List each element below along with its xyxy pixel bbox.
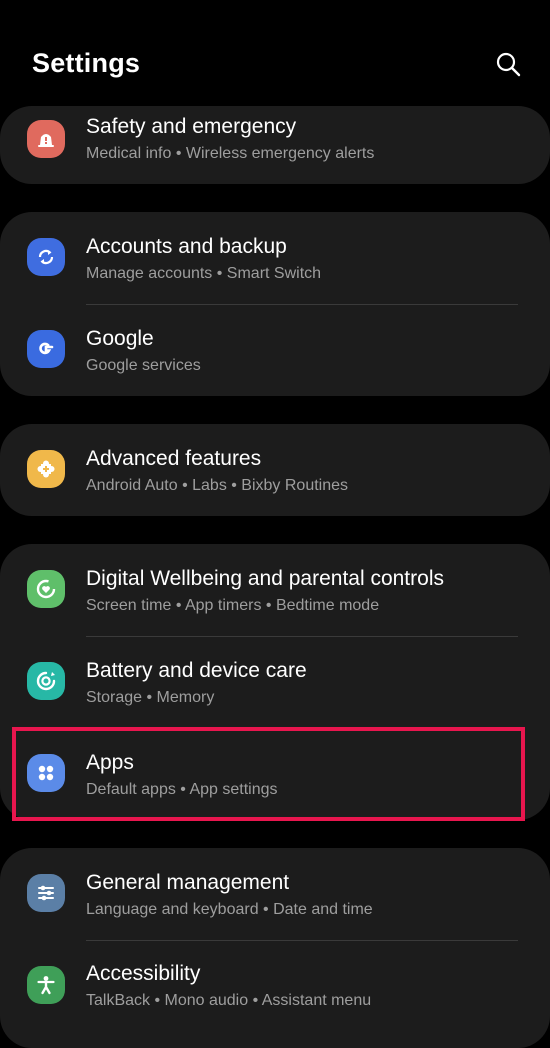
- puzzle-plus-icon: [27, 450, 65, 488]
- settings-item-subtitle: Android Auto • Labs • Bixby Routines: [86, 477, 349, 494]
- settings-item-accounts[interactable]: Accounts and backup Manage accounts • Sm…: [0, 212, 550, 304]
- settings-item-subtitle: TalkBack • Mono audio • Assistant menu: [86, 992, 372, 1009]
- app-bar: Settings: [0, 0, 550, 110]
- settings-item-label: Advanced features: [86, 447, 262, 470]
- settings-item-label: Accounts and backup: [86, 235, 287, 258]
- settings-item-accessibility[interactable]: Accessibility TalkBack • Mono audio • As…: [0, 940, 550, 1024]
- settings-item-wellbeing[interactable]: Digital Wellbeing and parental controls …: [0, 544, 550, 636]
- settings-item-safety[interactable]: Safety and emergency Medical info • Wire…: [0, 106, 550, 184]
- search-icon: [495, 51, 521, 82]
- settings-item-subtitle: Medical info • Wireless emergency alerts: [86, 145, 375, 162]
- settings-item-subtitle: Screen time • App timers • Bedtime mode: [86, 597, 380, 614]
- settings-item-battery[interactable]: Battery and device care Storage • Memory: [0, 636, 550, 728]
- settings-item-label: Battery and device care: [86, 659, 307, 682]
- sliders-icon: [27, 874, 65, 912]
- device-care-icon: [27, 662, 65, 700]
- siren-icon: [27, 120, 65, 158]
- settings-item-subtitle: Manage accounts • Smart Switch: [86, 265, 322, 282]
- highlight-box: [12, 727, 525, 821]
- settings-item-label: Accessibility: [86, 962, 201, 985]
- settings-item-general[interactable]: General management Language and keyboard…: [0, 848, 550, 940]
- page-title: Settings: [32, 48, 141, 78]
- settings-item-subtitle: Storage • Memory: [86, 689, 215, 706]
- sync-icon: [27, 238, 65, 276]
- settings-item-label: General management: [86, 871, 290, 894]
- person-icon: [27, 966, 65, 1004]
- settings-item-label: Digital Wellbeing and parental controls: [86, 567, 444, 590]
- heart-ring-icon: [27, 570, 65, 608]
- search-button[interactable]: [490, 48, 526, 84]
- settings-item-label: Safety and emergency: [86, 115, 297, 138]
- google-icon: [27, 330, 65, 368]
- settings-item-google[interactable]: Google Google services: [0, 304, 550, 396]
- settings-item-subtitle: Google services: [86, 357, 201, 374]
- settings-item-advanced[interactable]: Advanced features Android Auto • Labs • …: [0, 424, 550, 516]
- settings-item-subtitle: Language and keyboard • Date and time: [86, 901, 373, 918]
- settings-item-label: Google: [86, 327, 154, 350]
